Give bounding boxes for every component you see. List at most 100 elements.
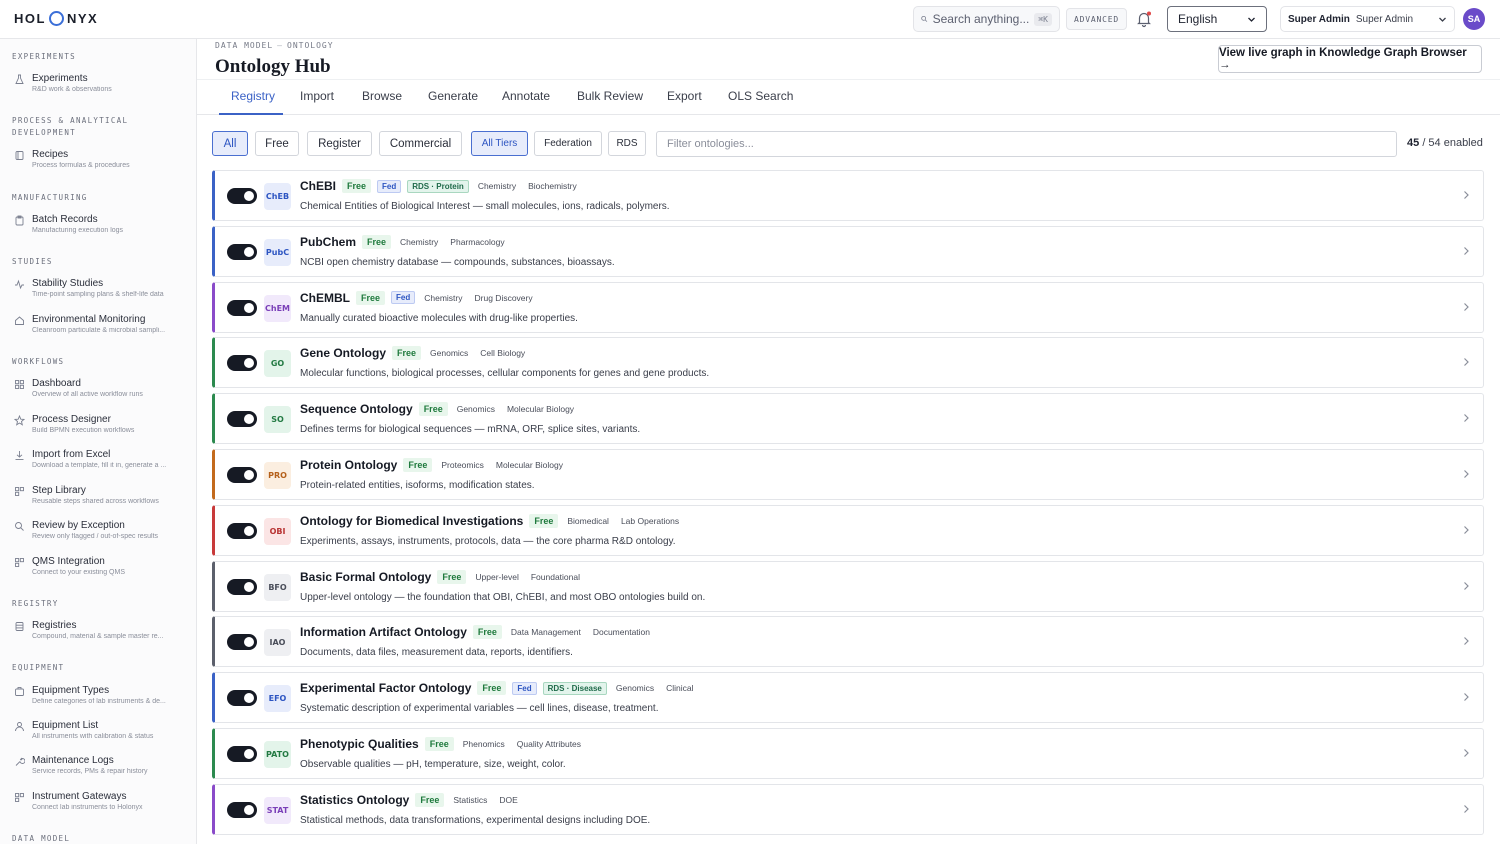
- enable-toggle[interactable]: [227, 188, 257, 204]
- ontology-row[interactable]: ChEM ChEMBL Free Fed Chemistry Drug Discovery…: [212, 281, 1484, 333]
- sidebar-item-environmental-monitoring[interactable]: Environmental Monitoring Cleanroom partic…: [14, 314, 189, 340]
- enable-toggle[interactable]: [227, 746, 257, 762]
- ontology-description: Manually curated bioactive molecules wit…: [300, 312, 578, 324]
- ontology-row[interactable]: OBI Ontology for Biomedical Investigation…: [212, 504, 1484, 556]
- app-logo[interactable]: HOL NYX: [14, 11, 98, 26]
- chevron-right-icon[interactable]: [1461, 636, 1471, 646]
- enable-toggle[interactable]: [227, 411, 257, 428]
- ontology-row[interactable]: ChEB ChEBI Free Fed RDS · Protein Chemistry Bi…: [212, 170, 1484, 221]
- enable-toggle[interactable]: [227, 634, 257, 651]
- sidebar-item-step-library[interactable]: Step Library Reusable steps shared across…: [14, 485, 189, 511]
- top-bar: HOL NYX Search anything... ⌘K ADVANCED E…: [0, 0, 1500, 39]
- filter-all-tiers[interactable]: All Tiers: [471, 131, 528, 156]
- sidebar-item-stability-studies[interactable]: Stability Studies Time-point sampling pla…: [14, 278, 189, 304]
- ontology-row[interactable]: GO Gene Ontology Free Genomics Cell Biology M…: [212, 337, 1484, 389]
- sidebar-section-title: EQUIPMENT: [12, 663, 65, 672]
- sidebar-item-qms-integration[interactable]: QMS Integration Connect to your existing …: [14, 556, 189, 582]
- sidebar-item-label: Review by Exception: [32, 520, 125, 531]
- sidebar-item-equipment-types[interactable]: Equipment Types Define categories of lab …: [14, 685, 189, 711]
- sidebar-item-equipment-list[interactable]: Equipment List All instruments with calib…: [14, 720, 189, 746]
- global-search[interactable]: Search anything... ⌘K: [913, 6, 1060, 32]
- chevron-right-icon[interactable]: [1461, 413, 1471, 423]
- ontology-row[interactable]: PubC PubChem Free Chemistry Pharmacology NCBI…: [212, 225, 1484, 277]
- ontology-row[interactable]: SO Sequence Ontology Free Genomics Molecular…: [212, 393, 1484, 445]
- sidebar-item-label: Instrument Gateways: [32, 791, 127, 802]
- tab-ols-search[interactable]: OLS Search: [728, 89, 793, 103]
- sidebar-section-title: DATA MODEL: [12, 834, 71, 843]
- enable-toggle[interactable]: [227, 522, 257, 539]
- chevron-right-icon[interactable]: [1461, 804, 1471, 814]
- enable-toggle[interactable]: [227, 578, 257, 595]
- chevron-right-icon[interactable]: [1461, 748, 1471, 758]
- chevron-right-icon[interactable]: [1461, 469, 1471, 479]
- filter-commercial[interactable]: Commercial: [379, 131, 462, 156]
- enable-toggle[interactable]: [227, 243, 257, 260]
- sidebar-item-import-from-excel[interactable]: Import from Excel Download a template, fi…: [14, 449, 189, 475]
- language-select[interactable]: English: [1167, 6, 1267, 32]
- sidebar-item-instrument-gateways[interactable]: Instrument Gateways Connect lab instrumen…: [14, 791, 189, 817]
- ontology-row[interactable]: IAO Information Artifact Ontology Free Data…: [212, 616, 1484, 668]
- advanced-search-button[interactable]: ADVANCED: [1066, 8, 1127, 30]
- filter-federation[interactable]: Federation: [534, 131, 602, 156]
- sidebar-item-description: Cleanroom particulate & microbial sampli…: [32, 327, 166, 334]
- chevron-right-icon[interactable]: [1461, 302, 1471, 312]
- chevron-right-icon[interactable]: [1461, 357, 1471, 367]
- sidebar-item-label: Equipment Types: [32, 685, 110, 696]
- sidebar-item-experiments[interactable]: Experiments R&D work & observations: [14, 73, 189, 99]
- chevron-right-icon[interactable]: [1461, 692, 1471, 702]
- enable-toggle[interactable]: [227, 299, 257, 316]
- sidebar-item-review-by-exception[interactable]: Review by Exception Review only flagged /…: [14, 520, 189, 546]
- ontology-row[interactable]: EFO Experimental Factor Ontology Free Fed RD…: [212, 672, 1484, 724]
- ontology-abbreviation-badge: EFO: [264, 685, 291, 713]
- chevron-right-icon[interactable]: [1461, 525, 1471, 535]
- bell-icon[interactable]: [1135, 10, 1153, 28]
- breadcrumb-item[interactable]: DATA MODEL: [215, 41, 273, 50]
- chevron-right-icon[interactable]: [1461, 246, 1471, 256]
- ontology-filter-input[interactable]: Filter ontologies...: [656, 131, 1397, 157]
- tab-annotate[interactable]: Annotate: [502, 89, 550, 103]
- sidebar-item-maintenance-logs[interactable]: Maintenance Logs Service records, PMs & r…: [14, 755, 189, 781]
- ontology-row[interactable]: STAT Statistics Ontology Free Statistics DOE…: [212, 783, 1484, 835]
- sidebar-item-process-designer[interactable]: Process Designer Build BPMN execution wor…: [14, 414, 189, 440]
- filter-all[interactable]: All: [212, 131, 248, 156]
- ontology-row[interactable]: BFO Basic Formal Ontology Free Upper-level F…: [212, 560, 1484, 612]
- free-badge: Free: [403, 458, 433, 472]
- sidebar-item-registries[interactable]: Registries Compound, material & sample ma…: [14, 620, 189, 646]
- enable-toggle[interactable]: [227, 690, 257, 707]
- chevron-right-icon[interactable]: [1461, 190, 1471, 200]
- clipboard-icon: [15, 215, 24, 226]
- sidebar-item-batch-records[interactable]: Batch Records Manufacturing execution log…: [14, 214, 189, 240]
- filter-rds[interactable]: RDS: [608, 131, 646, 156]
- filter-free[interactable]: Free: [255, 131, 299, 156]
- tab-browse[interactable]: Browse: [362, 89, 402, 103]
- filter-register[interactable]: Register: [307, 131, 372, 156]
- user-avatar[interactable]: SA: [1463, 8, 1485, 30]
- breadcrumb: DATA MODEL — ONTOLOGY: [215, 41, 334, 50]
- ontology-row[interactable]: PRO Protein Ontology Free Proteomics Molecul…: [212, 449, 1484, 500]
- breadcrumb-separator: —: [277, 41, 283, 50]
- tab-registry[interactable]: Registry: [231, 89, 275, 103]
- sidebar-item-recipes[interactable]: Recipes Process formulas & procedures: [14, 149, 189, 175]
- ontology-name: Experimental Factor Ontology: [300, 681, 472, 696]
- ontology-description: Systematic description of experimental v…: [300, 703, 659, 715]
- tab-export[interactable]: Export: [667, 89, 702, 103]
- enable-toggle[interactable]: [227, 355, 257, 372]
- enable-toggle[interactable]: [227, 467, 257, 483]
- tab-import[interactable]: Import: [300, 89, 334, 103]
- sidebar-item-dashboard[interactable]: Dashboard Overview of all active workflow…: [14, 378, 189, 404]
- sidebar-section-title: REGISTRY: [12, 599, 59, 608]
- category-tag: Genomics: [430, 348, 469, 359]
- ontology-row[interactable]: PATO Phenotypic Qualities Free Phenomics Qua…: [212, 728, 1484, 779]
- view-graph-button[interactable]: View live graph in Knowledge Graph Brows…: [1218, 45, 1482, 73]
- tab-generate[interactable]: Generate: [428, 89, 478, 103]
- role-switcher[interactable]: Super Admin Super Admin: [1280, 6, 1455, 32]
- chevron-right-icon[interactable]: [1461, 581, 1471, 591]
- role-label: Super Admin: [1288, 13, 1350, 25]
- sidebar-item-description: Reusable steps shared across workflows: [32, 498, 159, 505]
- tab-bulk-review[interactable]: Bulk Review: [577, 89, 643, 103]
- search-shortcut: ⌘K: [1034, 12, 1052, 26]
- chevron-down-icon: [1248, 17, 1255, 22]
- enable-toggle[interactable]: [227, 801, 257, 818]
- tab-bar: Registry Import Browse Generate Annotate…: [197, 79, 1500, 115]
- toggle-knob: [244, 525, 254, 536]
